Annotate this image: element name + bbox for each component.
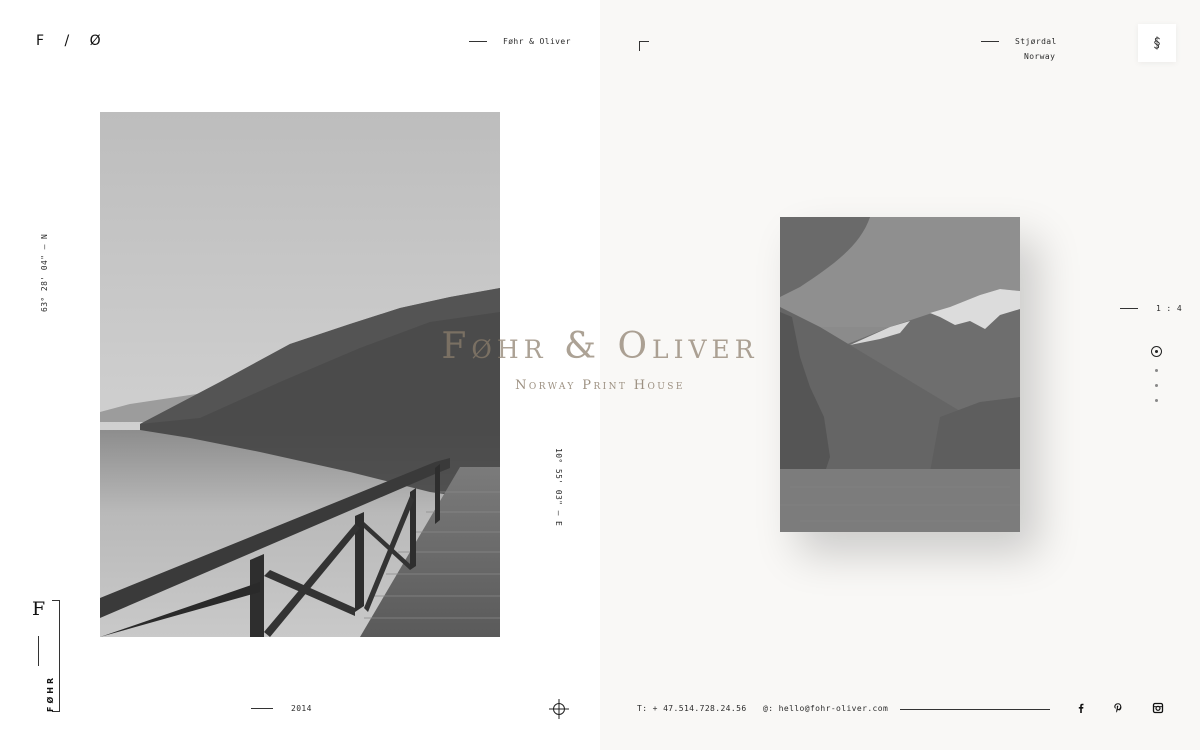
hero-title: Føhr & Oliver xyxy=(441,326,759,367)
divider-dash xyxy=(981,41,999,42)
fjord-photo xyxy=(780,217,1020,532)
corner-mark xyxy=(639,41,649,51)
longitude-coordinate: 10° 55' 03" — E xyxy=(553,448,569,526)
side-brand: F FØHR xyxy=(24,598,60,714)
facebook-icon[interactable] xyxy=(1075,702,1087,714)
instagram-icon[interactable] xyxy=(1152,702,1164,714)
slide-counter-label: 1 : 4 xyxy=(1156,304,1183,313)
slide-dot-active[interactable] xyxy=(1151,346,1162,357)
email-link[interactable]: @: hello@fohr-oliver.com xyxy=(763,704,888,713)
crosshair-icon xyxy=(549,699,569,719)
slide-dot[interactable] xyxy=(1155,369,1158,372)
latitude-coordinate: 63° 28' 04" — N xyxy=(0,234,80,320)
top-brand: Føhr & Oliver xyxy=(469,37,571,46)
hero-title-block: Føhr & Oliver Norway Print House xyxy=(400,326,800,393)
slide-dot[interactable] xyxy=(1155,384,1158,387)
brand-label: Føhr & Oliver xyxy=(503,37,571,46)
year-block: 2014 xyxy=(251,704,312,713)
location: Stjørdal Norway xyxy=(981,37,1057,61)
year-label: 2014 xyxy=(291,704,312,713)
side-brand-word: FØHR xyxy=(46,674,55,712)
side-brand-mark: F xyxy=(32,598,46,620)
site-logo[interactable]: F / Ø xyxy=(36,33,109,49)
footer-divider xyxy=(900,709,1050,710)
location-country: Norway xyxy=(1024,52,1056,61)
menu-icon xyxy=(1154,36,1160,50)
divider-dash xyxy=(1120,308,1138,309)
side-brand-line xyxy=(38,636,39,666)
slide-dots xyxy=(1151,346,1163,402)
location-city: Stjørdal xyxy=(1015,37,1057,46)
latitude-label: 63° 28' 04" — N xyxy=(40,233,49,312)
divider-dash xyxy=(469,41,487,42)
divider-dash xyxy=(251,708,273,709)
menu-button[interactable] xyxy=(1138,24,1176,62)
longitude-label: 10° 55' 03" — E xyxy=(554,448,563,527)
hero-subtitle: Norway Print House xyxy=(515,378,685,393)
slide-counter: 1 : 4 xyxy=(1120,304,1182,313)
slide-dot[interactable] xyxy=(1155,399,1158,402)
pinterest-icon[interactable] xyxy=(1112,702,1124,714)
phone-link[interactable]: T: + 47.514.728.24.56 xyxy=(637,704,747,713)
